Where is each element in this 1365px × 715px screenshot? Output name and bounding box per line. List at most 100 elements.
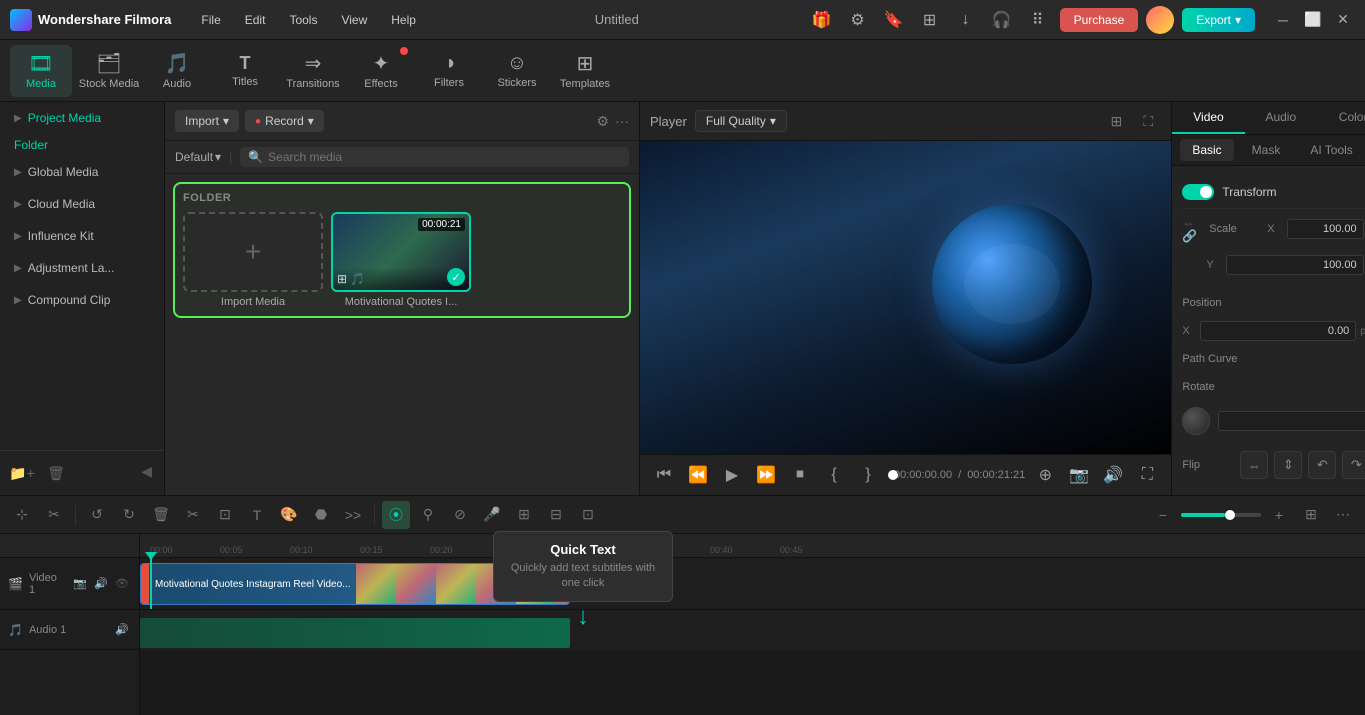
play-button[interactable]: ▶ xyxy=(718,461,746,489)
toolbar-stock-media[interactable]: 🗂 Stock Media xyxy=(78,45,140,97)
playhead-button[interactable]: ⦿ xyxy=(382,501,410,529)
menu-view[interactable]: View xyxy=(331,9,377,31)
green-screen-button[interactable]: ⊡ xyxy=(574,501,602,529)
step-forward-button[interactable]: ⏩ xyxy=(752,461,780,489)
bookmark-icon[interactable]: 🔖 xyxy=(880,6,908,34)
video-track-camera-icon[interactable]: 📷 xyxy=(71,575,89,593)
export-button[interactable]: Export ▾ xyxy=(1182,8,1255,32)
scale-y-input[interactable] xyxy=(1226,255,1364,275)
step-back-button[interactable]: ⏪ xyxy=(684,461,712,489)
video-track-eye-icon[interactable]: 👁 xyxy=(113,575,131,593)
snapshot-button[interactable]: 📷 xyxy=(1065,461,1093,489)
transform-section[interactable]: Transform ◇ xyxy=(1182,176,1365,209)
sidebar-item-adjustment-layer[interactable]: ▶ Adjustment La... xyxy=(4,253,160,283)
maximize-button[interactable]: ⬜ xyxy=(1301,8,1325,32)
filter-icon[interactable]: ⚙ xyxy=(596,113,609,130)
add-folder-icon[interactable]: 📁+ xyxy=(8,459,36,487)
toolbar-titles[interactable]: T Titles xyxy=(214,45,276,97)
menu-file[interactable]: File xyxy=(191,9,230,31)
video-thumb[interactable]: 00:00:21 ⊞ 🎵 ✓ xyxy=(331,212,471,292)
user-avatar[interactable] xyxy=(1146,6,1174,34)
scale-x-input[interactable] xyxy=(1287,219,1364,239)
zoom-out-button[interactable]: − xyxy=(1149,501,1177,529)
select-tool-button[interactable]: ⊹ xyxy=(8,501,36,529)
zoom-in-button[interactable]: + xyxy=(1265,501,1293,529)
quality-selector[interactable]: Full Quality ▾ xyxy=(695,110,787,132)
tab-video[interactable]: Video xyxy=(1172,102,1244,134)
fullscreen-player-button[interactable]: ⛶ xyxy=(1133,461,1161,489)
purchase-button[interactable]: Purchase xyxy=(1060,8,1139,32)
subtab-ai-tools[interactable]: AI Tools xyxy=(1298,139,1364,161)
toolbar-media[interactable]: 🎞 Media xyxy=(10,45,72,97)
toolbar-filters[interactable]: ◑ Filters xyxy=(418,45,480,97)
flip-vertical-button[interactable]: ⇕ xyxy=(1274,451,1302,479)
download-icon[interactable]: ↓ xyxy=(952,6,980,34)
split-view-icon[interactable]: ⊞ xyxy=(1103,108,1129,134)
video-track-speaker-icon[interactable]: 🔊 xyxy=(92,575,110,593)
import-thumb[interactable]: + xyxy=(183,212,323,292)
audio-track-speaker-icon[interactable]: 🔊 xyxy=(113,621,131,639)
remove-icon[interactable]: 🗑 xyxy=(42,459,70,487)
flip-option4-button[interactable]: ↷ xyxy=(1342,451,1365,479)
split-button[interactable]: ⊘ xyxy=(446,501,474,529)
headphones-icon[interactable]: 🎧 xyxy=(988,6,1016,34)
rewind-button[interactable]: ⏮ xyxy=(650,461,678,489)
sidebar-collapse-icon[interactable]: ◀ xyxy=(137,459,156,487)
tab-color[interactable]: Color xyxy=(1317,102,1365,134)
grid-view-button[interactable]: ⊞ xyxy=(1297,501,1325,529)
redo-button[interactable]: ↻ xyxy=(115,501,143,529)
minimize-button[interactable]: ─ xyxy=(1271,8,1295,32)
magnet-button[interactable]: ⚲ xyxy=(414,501,442,529)
tab-audio[interactable]: Audio xyxy=(1245,102,1317,134)
import-button[interactable]: Import ▾ xyxy=(175,110,239,132)
add-to-timeline-button[interactable]: ⊕ xyxy=(1031,461,1059,489)
fullscreen-icon[interactable]: ⛶ xyxy=(1135,108,1161,134)
grid-icon[interactable]: ⊞ xyxy=(916,6,944,34)
subtab-basic[interactable]: Basic xyxy=(1180,139,1233,161)
pip-button[interactable]: ⊟ xyxy=(542,501,570,529)
paint-button[interactable]: ⬣ xyxy=(307,501,335,529)
search-input-wrap[interactable]: 🔍 xyxy=(240,147,629,167)
settings-button[interactable]: ⋯ xyxy=(1329,501,1357,529)
record-button[interactable]: ● Record ▾ xyxy=(245,110,324,132)
close-button[interactable]: ✕ xyxy=(1331,8,1355,32)
apps-icon[interactable]: ⠿ xyxy=(1024,6,1052,34)
voice-button[interactable]: 🎤 xyxy=(478,501,506,529)
toolbar-effects[interactable]: ✦ Effects xyxy=(350,45,412,97)
settings-icon[interactable]: ⚙ xyxy=(844,6,872,34)
import-media-card[interactable]: + Import Media xyxy=(183,212,323,308)
toolbar-transitions[interactable]: ⇒ Transitions xyxy=(282,45,344,97)
menu-tools[interactable]: Tools xyxy=(279,9,327,31)
trim-tool-button[interactable]: ✂ xyxy=(40,501,68,529)
toolbar-audio[interactable]: 🎵 Audio xyxy=(146,45,208,97)
text-button[interactable]: T Quick Text Quickly add text subtitles … xyxy=(243,501,271,529)
zoom-slider-track[interactable] xyxy=(1181,513,1261,517)
subtab-mask[interactable]: Mask xyxy=(1240,139,1293,161)
stop-button[interactable]: ⏹ xyxy=(786,461,814,489)
default-view-button[interactable]: Default ▾ xyxy=(175,150,221,164)
mark-in-button[interactable]: { xyxy=(820,461,848,489)
flip-horizontal-button[interactable]: ⇔ xyxy=(1240,451,1268,479)
sidebar-item-compound-clip[interactable]: ▶ Compound Clip xyxy=(4,285,160,315)
sidebar-item-influence-kit[interactable]: ▶ Influence Kit xyxy=(4,221,160,251)
rotate-knob[interactable] xyxy=(1182,407,1210,435)
sidebar-item-cloud-media[interactable]: ▶ Cloud Media xyxy=(4,189,160,219)
cut-button[interactable]: ✂ xyxy=(179,501,207,529)
flip-option3-button[interactable]: ↶ xyxy=(1308,451,1336,479)
mark-out-button[interactable]: } xyxy=(854,461,882,489)
crop-button[interactable]: ⊡ xyxy=(211,501,239,529)
undo-button[interactable]: ↺ xyxy=(83,501,111,529)
position-x-input[interactable] xyxy=(1200,321,1356,341)
volume-button[interactable]: 🔊 xyxy=(1099,461,1127,489)
menu-edit[interactable]: Edit xyxy=(235,9,276,31)
delete-button[interactable]: 🗑 xyxy=(147,501,175,529)
more-options-icon[interactable]: ··· xyxy=(615,113,629,129)
sidebar-item-project-media[interactable]: ▶ Project Media xyxy=(4,103,160,133)
sidebar-item-global-media[interactable]: ▶ Global Media xyxy=(4,157,160,187)
toolbar-stickers[interactable]: ☺ Stickers xyxy=(486,45,548,97)
color-button[interactable]: 🎨 xyxy=(275,501,303,529)
transform-toggle[interactable] xyxy=(1182,184,1214,200)
clip-merge-button[interactable]: ⊞ xyxy=(510,501,538,529)
search-input[interactable] xyxy=(268,150,621,164)
rotate-input[interactable] xyxy=(1218,411,1365,431)
